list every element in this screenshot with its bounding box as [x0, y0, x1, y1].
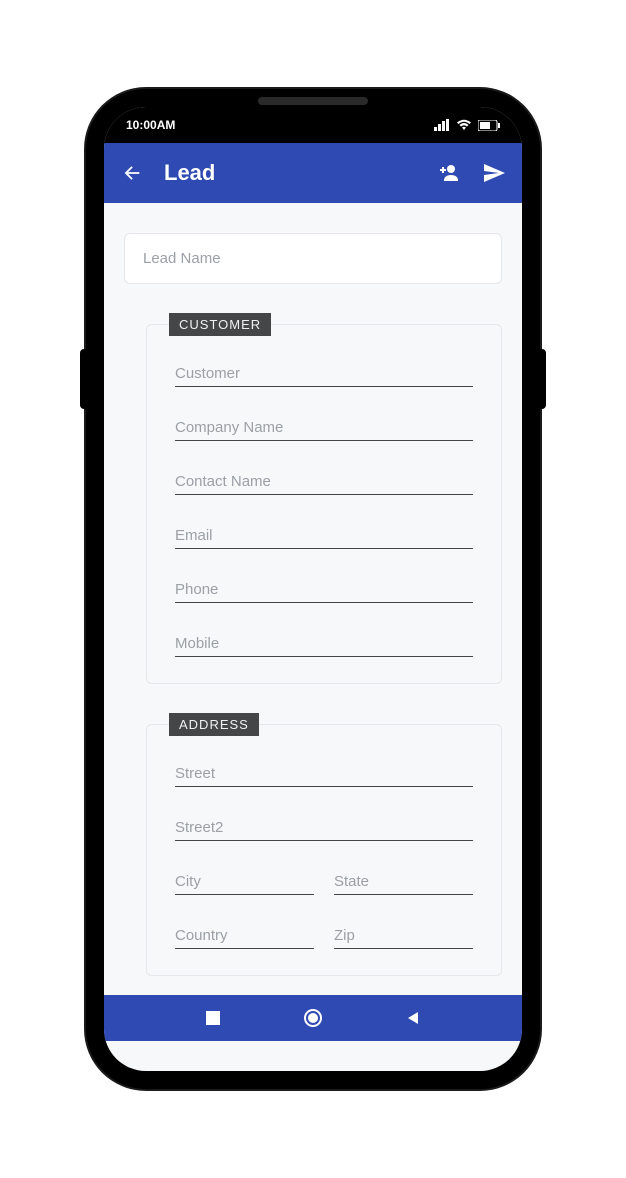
mobile-input[interactable]: [175, 629, 473, 657]
country-input[interactable]: [175, 921, 314, 949]
status-time: 10:00AM: [126, 118, 175, 132]
phone-notch: [218, 107, 408, 133]
person-add-icon: [436, 161, 460, 185]
nav-recent-button[interactable]: [206, 1011, 220, 1025]
contact-name-input[interactable]: [175, 467, 473, 495]
wifi-icon: [456, 119, 472, 131]
square-icon: [206, 1011, 220, 1025]
battery-icon: [478, 120, 500, 131]
lead-name-container: [124, 233, 502, 284]
circle-icon: [304, 1009, 322, 1027]
customer-fieldset: CUSTOMER: [146, 324, 502, 684]
email-input[interactable]: [175, 521, 473, 549]
app-bar: Lead: [104, 143, 522, 203]
phone-speaker: [258, 97, 368, 105]
nav-home-button[interactable]: [304, 1009, 322, 1027]
system-nav-bar: [104, 995, 522, 1041]
screen: 10:00AM Lead CUSTOMER: [104, 107, 522, 1071]
zip-input[interactable]: [334, 921, 473, 949]
phone-button-right: [540, 349, 546, 409]
send-button[interactable]: [480, 159, 508, 187]
signal-icon: [434, 119, 450, 131]
add-contact-button[interactable]: [434, 159, 462, 187]
send-icon: [482, 161, 506, 185]
phone-input[interactable]: [175, 575, 473, 603]
customer-input[interactable]: [175, 359, 473, 387]
street-input[interactable]: [175, 759, 473, 787]
city-input[interactable]: [175, 867, 314, 895]
address-fieldset: ADDRESS: [146, 724, 502, 976]
arrow-left-icon: [121, 162, 143, 184]
address-legend: ADDRESS: [169, 713, 259, 736]
state-input[interactable]: [334, 867, 473, 895]
phone-frame: 10:00AM Lead CUSTOMER: [86, 89, 540, 1089]
company-name-input[interactable]: [175, 413, 473, 441]
street2-input[interactable]: [175, 813, 473, 841]
status-icons: [434, 119, 500, 131]
lead-name-input[interactable]: [143, 250, 483, 267]
status-bar: 10:00AM: [104, 107, 522, 143]
back-button[interactable]: [118, 159, 146, 187]
page-title: Lead: [164, 160, 416, 186]
phone-button-left: [80, 349, 86, 409]
content-area[interactable]: CUSTOMER ADDRESS: [104, 203, 522, 995]
customer-legend: CUSTOMER: [169, 313, 271, 336]
triangle-left-icon: [406, 1011, 420, 1025]
nav-back-button[interactable]: [406, 1011, 420, 1025]
